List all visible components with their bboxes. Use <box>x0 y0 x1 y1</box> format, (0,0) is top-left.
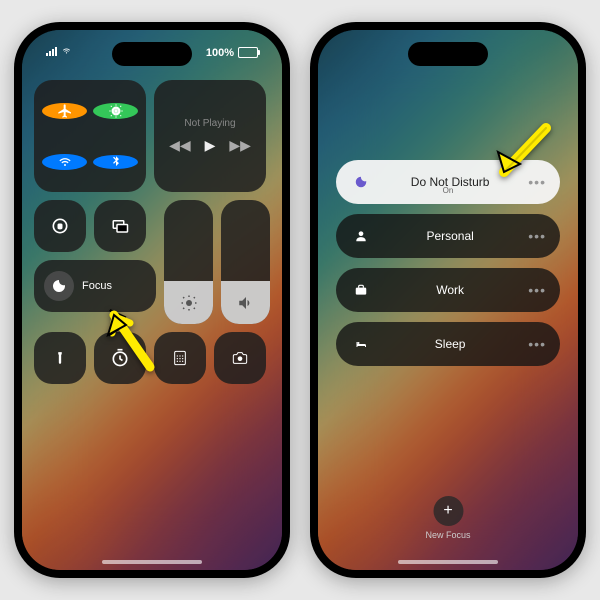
wifi-button[interactable] <box>42 154 87 170</box>
phone-left: 100% Not Playing ◀◀ ▶ ▶▶ <box>14 22 290 578</box>
calculator-button[interactable] <box>154 332 206 384</box>
dynamic-island <box>112 42 192 66</box>
focus-item-sleep[interactable]: Sleep ••• <box>336 322 560 366</box>
bluetooth-button[interactable] <box>93 155 138 169</box>
phone-right: Do Not Disturb On ••• Personal ••• Work … <box>310 22 586 578</box>
more-icon[interactable]: ••• <box>528 336 546 352</box>
focus-item-label: Work <box>372 283 528 297</box>
focus-item-dnd[interactable]: Do Not Disturb On ••• <box>336 160 560 204</box>
focus-label: Focus <box>82 280 112 292</box>
media-title: Not Playing <box>184 118 235 129</box>
cellular-button[interactable] <box>93 103 138 119</box>
more-icon[interactable]: ••• <box>528 228 546 244</box>
screen: Do Not Disturb On ••• Personal ••• Work … <box>318 30 578 570</box>
next-icon[interactable]: ▶▶ <box>229 137 251 154</box>
more-icon[interactable]: ••• <box>528 282 546 298</box>
focus-mode-list: Do Not Disturb On ••• Personal ••• Work … <box>336 160 560 376</box>
battery-pct: 100% <box>206 47 234 59</box>
new-focus[interactable]: + New Focus <box>425 496 470 540</box>
dynamic-island <box>408 42 488 66</box>
flashlight-button[interactable] <box>34 332 86 384</box>
brightness-slider[interactable] <box>164 200 213 324</box>
camera-button[interactable] <box>214 332 266 384</box>
control-center: Not Playing ◀◀ ▶ ▶▶ Focus <box>34 80 270 558</box>
home-indicator[interactable] <box>398 560 498 564</box>
new-focus-label: New Focus <box>425 530 470 540</box>
orientation-lock-button[interactable] <box>34 200 86 252</box>
focus-item-label: Sleep <box>372 337 528 351</box>
signal-wifi <box>46 46 73 59</box>
airplane-mode-button[interactable] <box>42 103 87 119</box>
timer-button[interactable] <box>94 332 146 384</box>
focus-item-personal[interactable]: Personal ••• <box>336 214 560 258</box>
media-tile[interactable]: Not Playing ◀◀ ▶ ▶▶ <box>154 80 266 192</box>
focus-item-label: Personal <box>372 229 528 243</box>
focus-item-status: On <box>336 186 560 195</box>
focus-button[interactable]: Focus <box>34 260 156 312</box>
person-icon <box>350 229 372 243</box>
play-icon[interactable]: ▶ <box>205 137 216 154</box>
prev-icon[interactable]: ◀◀ <box>169 137 191 154</box>
bed-icon <box>350 338 372 350</box>
home-indicator[interactable] <box>102 560 202 564</box>
screen: 100% Not Playing ◀◀ ▶ ▶▶ <box>22 30 282 570</box>
screen-mirroring-button[interactable] <box>94 200 146 252</box>
connectivity-tile[interactable] <box>34 80 146 192</box>
moon-icon <box>44 271 74 301</box>
volume-slider[interactable] <box>221 200 270 324</box>
focus-item-work[interactable]: Work ••• <box>336 268 560 312</box>
battery-icon <box>238 47 258 58</box>
plus-icon[interactable]: + <box>433 496 463 526</box>
briefcase-icon <box>350 283 372 297</box>
